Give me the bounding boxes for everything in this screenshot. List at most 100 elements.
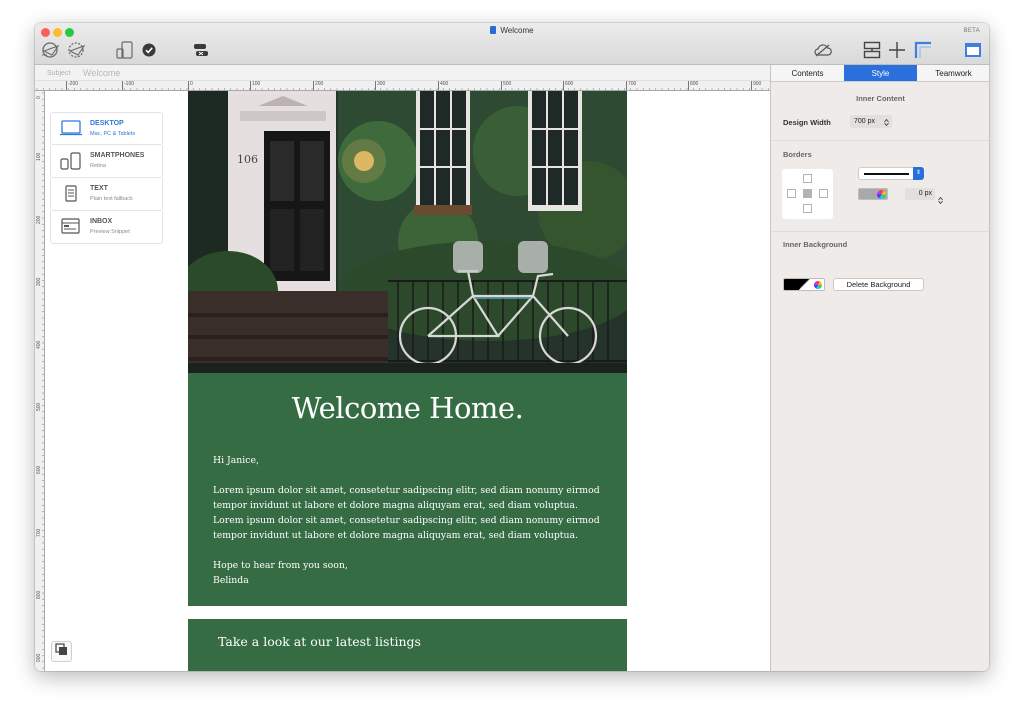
device-smartphones[interactable]: SMARTPHONES Retina bbox=[50, 145, 163, 178]
device-sublabel: Plain text fallback bbox=[90, 196, 133, 202]
ruler-label: 700 bbox=[626, 81, 637, 90]
device-preview-list: DESKTOP Mac, PC & Tablets SMARTPHONES Re… bbox=[50, 112, 163, 244]
beta-badge: BETA bbox=[963, 28, 980, 34]
device-sublabel: Mac, PC & Tablets bbox=[90, 131, 136, 137]
border-left-cell[interactable] bbox=[787, 189, 796, 198]
divider bbox=[771, 140, 989, 141]
signature: Belinda bbox=[213, 575, 249, 586]
document-icon bbox=[490, 26, 497, 34]
border-line-preview bbox=[864, 173, 909, 175]
ruler-label: 600 bbox=[563, 81, 574, 90]
design-width-label: Design Width bbox=[783, 118, 831, 127]
ruler-label: 900 bbox=[36, 653, 42, 662]
margins-icon[interactable] bbox=[913, 40, 933, 60]
color-wheel-icon bbox=[877, 190, 886, 199]
vertical-ruler: 0 100 200 300 400 500 600 700 800 900 bbox=[35, 91, 45, 671]
toolbar: Welcome BETA bbox=[35, 23, 989, 65]
device-sublabel: Preview Snippet bbox=[90, 229, 130, 235]
border-width-value: 0 px bbox=[918, 190, 932, 197]
subject-label: Subject bbox=[47, 70, 71, 77]
device-label: DESKTOP bbox=[90, 120, 124, 127]
ruler-label: 800 bbox=[688, 81, 699, 90]
ruler-label: 0 bbox=[188, 81, 193, 90]
inner-background-title: Inner Background bbox=[783, 240, 848, 249]
ruler-label: 100 bbox=[250, 81, 261, 90]
border-color-well[interactable] bbox=[858, 188, 888, 200]
desktop-icon bbox=[60, 120, 82, 138]
layers-icon bbox=[55, 642, 68, 661]
ruler-label: -100 bbox=[122, 81, 135, 90]
horizontal-ruler: -200 -100 0 100 200 300 400 500 600 700 … bbox=[35, 81, 770, 91]
device-label: INBOX bbox=[90, 218, 113, 225]
window-title: Welcome bbox=[35, 26, 989, 35]
divider bbox=[771, 231, 989, 232]
device-text[interactable]: TEXT Plain text fallback bbox=[50, 178, 163, 211]
move-icon[interactable] bbox=[887, 40, 907, 60]
subject-row: Subject Welcome bbox=[35, 65, 770, 81]
app-window: Welcome BETA Subject Welcome -200 -100 0… bbox=[35, 23, 989, 671]
inbox-icon bbox=[60, 218, 82, 236]
welcome-section[interactable]: Welcome Home. Hi Janice, Lorem ipsum dol… bbox=[188, 373, 627, 606]
panel-toggle-icon[interactable] bbox=[963, 40, 983, 60]
ruler-label: 400 bbox=[36, 340, 42, 349]
check-icon[interactable] bbox=[141, 40, 157, 60]
email-body[interactable]: Hi Janice, Lorem ipsum dolor sit amet, c… bbox=[213, 453, 603, 588]
house-number: 106 bbox=[237, 153, 258, 166]
design-canvas[interactable]: DESKTOP Mac, PC & Tablets SMARTPHONES Re… bbox=[45, 91, 770, 671]
tab-style[interactable]: Style bbox=[844, 65, 917, 81]
device-desktop[interactable]: DESKTOP Mac, PC & Tablets bbox=[50, 112, 163, 145]
layout-icon[interactable] bbox=[862, 40, 882, 60]
ruler-label: 300 bbox=[375, 81, 386, 90]
background-color-well[interactable] bbox=[783, 278, 825, 291]
listings-title: Take a look at our latest listings bbox=[218, 634, 421, 649]
link-icon[interactable] bbox=[191, 40, 211, 60]
preview-send-icon[interactable] bbox=[40, 40, 62, 60]
devices-icon[interactable] bbox=[115, 40, 135, 60]
border-style-select[interactable]: ⇕ bbox=[858, 167, 924, 180]
ruler-label: 400 bbox=[438, 81, 449, 90]
inspector-panel: Contents Style Teamwork Inner Content De… bbox=[770, 65, 989, 671]
chevron-down-icon: ⇕ bbox=[913, 167, 924, 180]
ruler-label: 200 bbox=[313, 81, 324, 90]
layers-button[interactable] bbox=[51, 641, 72, 662]
device-inbox[interactable]: INBOX Preview Snippet bbox=[50, 211, 163, 244]
headline[interactable]: Welcome Home. bbox=[188, 391, 627, 425]
ruler-label: 500 bbox=[501, 81, 512, 90]
ruler-label: 800 bbox=[36, 590, 42, 599]
color-wheel-icon bbox=[814, 281, 822, 289]
stepper-icon[interactable] bbox=[884, 118, 889, 127]
listings-section[interactable]: Take a look at our latest listings bbox=[188, 619, 627, 671]
borders-title: Borders bbox=[783, 150, 812, 159]
ruler-label: -200 bbox=[66, 81, 79, 90]
ruler-label: 300 bbox=[36, 277, 42, 286]
hero-image[interactable]: 106 bbox=[188, 91, 627, 373]
border-width-field[interactable]: 0 px bbox=[905, 188, 935, 200]
device-label: TEXT bbox=[90, 185, 108, 192]
tab-contents[interactable]: Contents bbox=[771, 65, 844, 81]
border-side-selector[interactable] bbox=[782, 169, 833, 219]
ruler-label: 700 bbox=[36, 528, 42, 537]
device-label: SMARTPHONES bbox=[90, 152, 145, 159]
stepper-icon[interactable] bbox=[938, 191, 943, 209]
text-doc-icon bbox=[60, 185, 82, 203]
email-preview: 106 Welcome Home. Hi Janice, Lorem ipsum… bbox=[188, 91, 627, 671]
device-sublabel: Retina bbox=[90, 163, 106, 169]
border-bottom-cell[interactable] bbox=[803, 204, 812, 213]
cloud-icon[interactable] bbox=[812, 40, 834, 60]
tab-teamwork[interactable]: Teamwork bbox=[917, 65, 989, 81]
test-send-icon[interactable] bbox=[65, 40, 87, 60]
subject-input[interactable]: Welcome bbox=[83, 68, 120, 78]
border-all-cell[interactable] bbox=[803, 189, 812, 198]
ruler-label: 500 bbox=[36, 402, 42, 411]
greeting: Hi Janice, bbox=[213, 455, 259, 466]
ruler-label: 900 bbox=[751, 81, 762, 90]
inner-content-title: Inner Content bbox=[856, 94, 905, 103]
smartphones-icon bbox=[60, 152, 82, 170]
border-right-cell[interactable] bbox=[819, 189, 828, 198]
signoff: Hope to hear from you soon, bbox=[213, 560, 348, 571]
design-width-field[interactable]: 700 px bbox=[850, 115, 892, 128]
inspector-tabs: Contents Style Teamwork bbox=[771, 65, 989, 82]
ruler-label: 600 bbox=[36, 465, 42, 474]
border-top-cell[interactable] bbox=[803, 174, 812, 183]
delete-background-button[interactable]: Delete Background bbox=[833, 278, 924, 291]
